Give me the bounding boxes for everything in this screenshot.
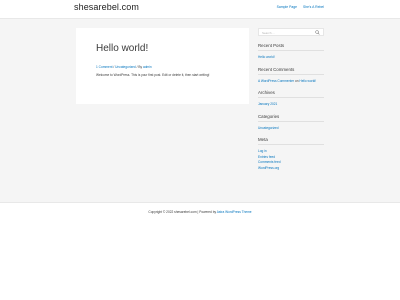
meta-link-comments-feed[interactable]: Comments feed <box>258 160 281 164</box>
site-title[interactable]: shesarebel.com <box>74 2 139 12</box>
search-icon[interactable] <box>315 30 320 35</box>
recent-post-link[interactable]: Hello world! <box>258 55 275 59</box>
widget-categories: Categories Uncategorized <box>258 114 326 132</box>
widget-archives: Archives January 2021 <box>258 90 326 108</box>
page-bottom-area <box>0 221 400 300</box>
list-item: WordPress.org <box>258 166 326 172</box>
sidebar: Recent Posts Hello world! Recent Comment… <box>258 28 326 171</box>
widget-title-archives: Archives <box>258 90 275 95</box>
widget-divider <box>258 73 324 75</box>
meta-link-entries-feed[interactable]: Entries feed <box>258 155 275 159</box>
footer-copyright-text: Copyright © 2022 shesarebel.com | Powere… <box>148 210 217 214</box>
widget-title-meta: Meta <box>258 137 268 142</box>
widget-title-categories: Categories <box>258 113 280 119</box>
comment-author-link[interactable]: A WordPress Commenter <box>258 79 294 83</box>
post-meta: 1 Comment / Uncategorized / By admin <box>96 65 152 69</box>
site-footer: Copyright © 2022 shesarebel.com | Powere… <box>0 202 400 221</box>
footer-theme-link[interactable]: Astra WordPress Theme <box>217 210 252 214</box>
meta-link-log-in[interactable]: Log in <box>258 149 267 153</box>
content-area: Hello world! 1 Comment / Uncategorized /… <box>0 19 400 202</box>
widget-title-recent-posts: Recent Posts <box>258 43 285 48</box>
meta-link-wordpress-org[interactable]: WordPress.org <box>258 166 279 170</box>
category-link[interactable]: Uncategorized <box>258 126 279 130</box>
widget-title-recent-comments: Recent Comments <box>258 66 295 72</box>
primary-nav: Sample Page She's A Rebel <box>277 5 324 10</box>
author-link[interactable]: admin <box>143 65 152 69</box>
widget-divider <box>258 120 324 122</box>
widget-divider <box>258 50 324 51</box>
list-item: A WordPress Commenter on Hello world! <box>258 79 326 85</box>
list-item: Hello world! <box>258 55 326 61</box>
post-card: Hello world! 1 Comment / Uncategorized /… <box>76 28 249 104</box>
widget-recent-posts: Recent Posts Hello world! <box>258 43 326 61</box>
nav-item-sample-page[interactable]: Sample Page <box>277 5 297 10</box>
widget-divider <box>258 144 324 145</box>
comment-post-link[interactable]: Hello world! <box>299 79 316 83</box>
category-link[interactable]: Uncategorized <box>115 65 136 69</box>
archive-link[interactable]: January 2021 <box>258 102 277 106</box>
nav-item-shes-a-rebel[interactable]: She's A Rebel <box>303 5 324 10</box>
widget-divider <box>258 97 324 98</box>
comments-link[interactable]: 1 Comment <box>96 65 112 69</box>
widget-recent-comments: Recent Comments A WordPress Commenter on… <box>258 67 326 85</box>
meta-separator-by: / By <box>135 65 143 69</box>
search-form <box>258 28 324 36</box>
list-item: Uncategorized <box>258 126 326 132</box>
post-excerpt: Welcome to WordPress. This is your first… <box>96 73 210 77</box>
widget-meta: Meta Log in Entries feed Comments feed W… <box>258 137 326 171</box>
post-title[interactable]: Hello world! <box>96 43 148 54</box>
list-item: January 2021 <box>258 102 326 108</box>
search-input[interactable] <box>262 30 312 35</box>
footer-copyright: Copyright © 2022 shesarebel.com | Powere… <box>0 210 400 214</box>
site-header: shesarebel.com Sample Page She's A Rebel <box>0 0 400 19</box>
